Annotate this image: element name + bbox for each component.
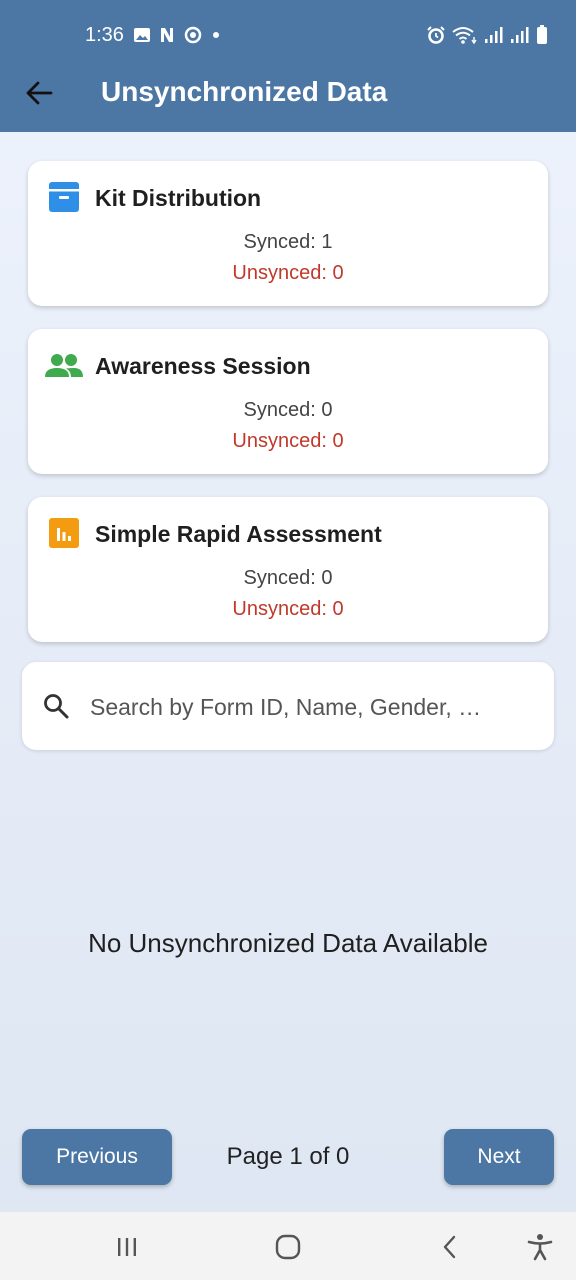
- card-title: Simple Rapid Assessment: [95, 521, 382, 547]
- gallery-icon: [134, 28, 150, 42]
- synced-count: Synced: 0: [243, 399, 333, 421]
- page-title: Unsynchronized Data: [101, 76, 388, 107]
- card-simple-rapid-assessment[interactable]: Simple Rapid Assessment Synced: 0 Unsync…: [28, 497, 548, 642]
- status-time: 1:36: [85, 24, 124, 46]
- system-icons: [426, 25, 548, 45]
- recent-apps-icon: [118, 1238, 136, 1256]
- card-title: Awareness Session: [95, 353, 311, 379]
- search-input[interactable]: [88, 682, 532, 732]
- empty-state-message: No Unsynchronized Data Available: [88, 928, 488, 958]
- status-bar: 1:36: [0, 0, 576, 70]
- dot-icon: [213, 32, 219, 38]
- app-bar: 1:36 Unsynchronized Data: [0, 0, 576, 132]
- home-icon: [275, 1234, 301, 1260]
- battery-icon: [537, 25, 547, 44]
- card-kit-distribution[interactable]: Kit Distribution Synced: 1 Unsynced: 0: [28, 161, 548, 306]
- bar-chart-icon: [49, 518, 79, 548]
- search-bar[interactable]: [22, 662, 554, 750]
- accessibility-button[interactable]: [525, 1232, 555, 1262]
- card-title: Kit Distribution: [95, 185, 262, 211]
- synced-count: Synced: 1: [243, 231, 333, 253]
- signal-icon: [485, 27, 503, 43]
- search-icon: [44, 694, 69, 719]
- notification-icons: [133, 25, 221, 45]
- people-icon: [45, 354, 83, 377]
- back-nav-button[interactable]: [435, 1232, 465, 1262]
- synced-count: Synced: 0: [243, 567, 333, 589]
- recent-apps-button[interactable]: [112, 1232, 142, 1262]
- home-button[interactable]: [273, 1232, 303, 1262]
- n-app-icon: [161, 28, 173, 42]
- unsynced-count: Unsynced: 0: [232, 430, 344, 452]
- chevron-left-icon: [443, 1235, 456, 1259]
- alarm-icon: [427, 26, 445, 44]
- system-nav-bar: [0, 1212, 576, 1280]
- unsynced-count: Unsynced: 0: [232, 262, 344, 284]
- card-awareness-session[interactable]: Awareness Session Synced: 0 Unsynced: 0: [28, 329, 548, 474]
- unsynced-count: Unsynced: 0: [232, 598, 344, 620]
- back-button[interactable]: [22, 76, 56, 110]
- archive-box-icon: [49, 182, 79, 212]
- wifi-icon: [452, 27, 477, 45]
- signal-icon-2: [511, 27, 529, 43]
- arrow-left-icon: [26, 81, 53, 105]
- next-button[interactable]: Next: [444, 1129, 554, 1185]
- sync-icon: [184, 26, 202, 44]
- accessibility-icon: [527, 1234, 553, 1261]
